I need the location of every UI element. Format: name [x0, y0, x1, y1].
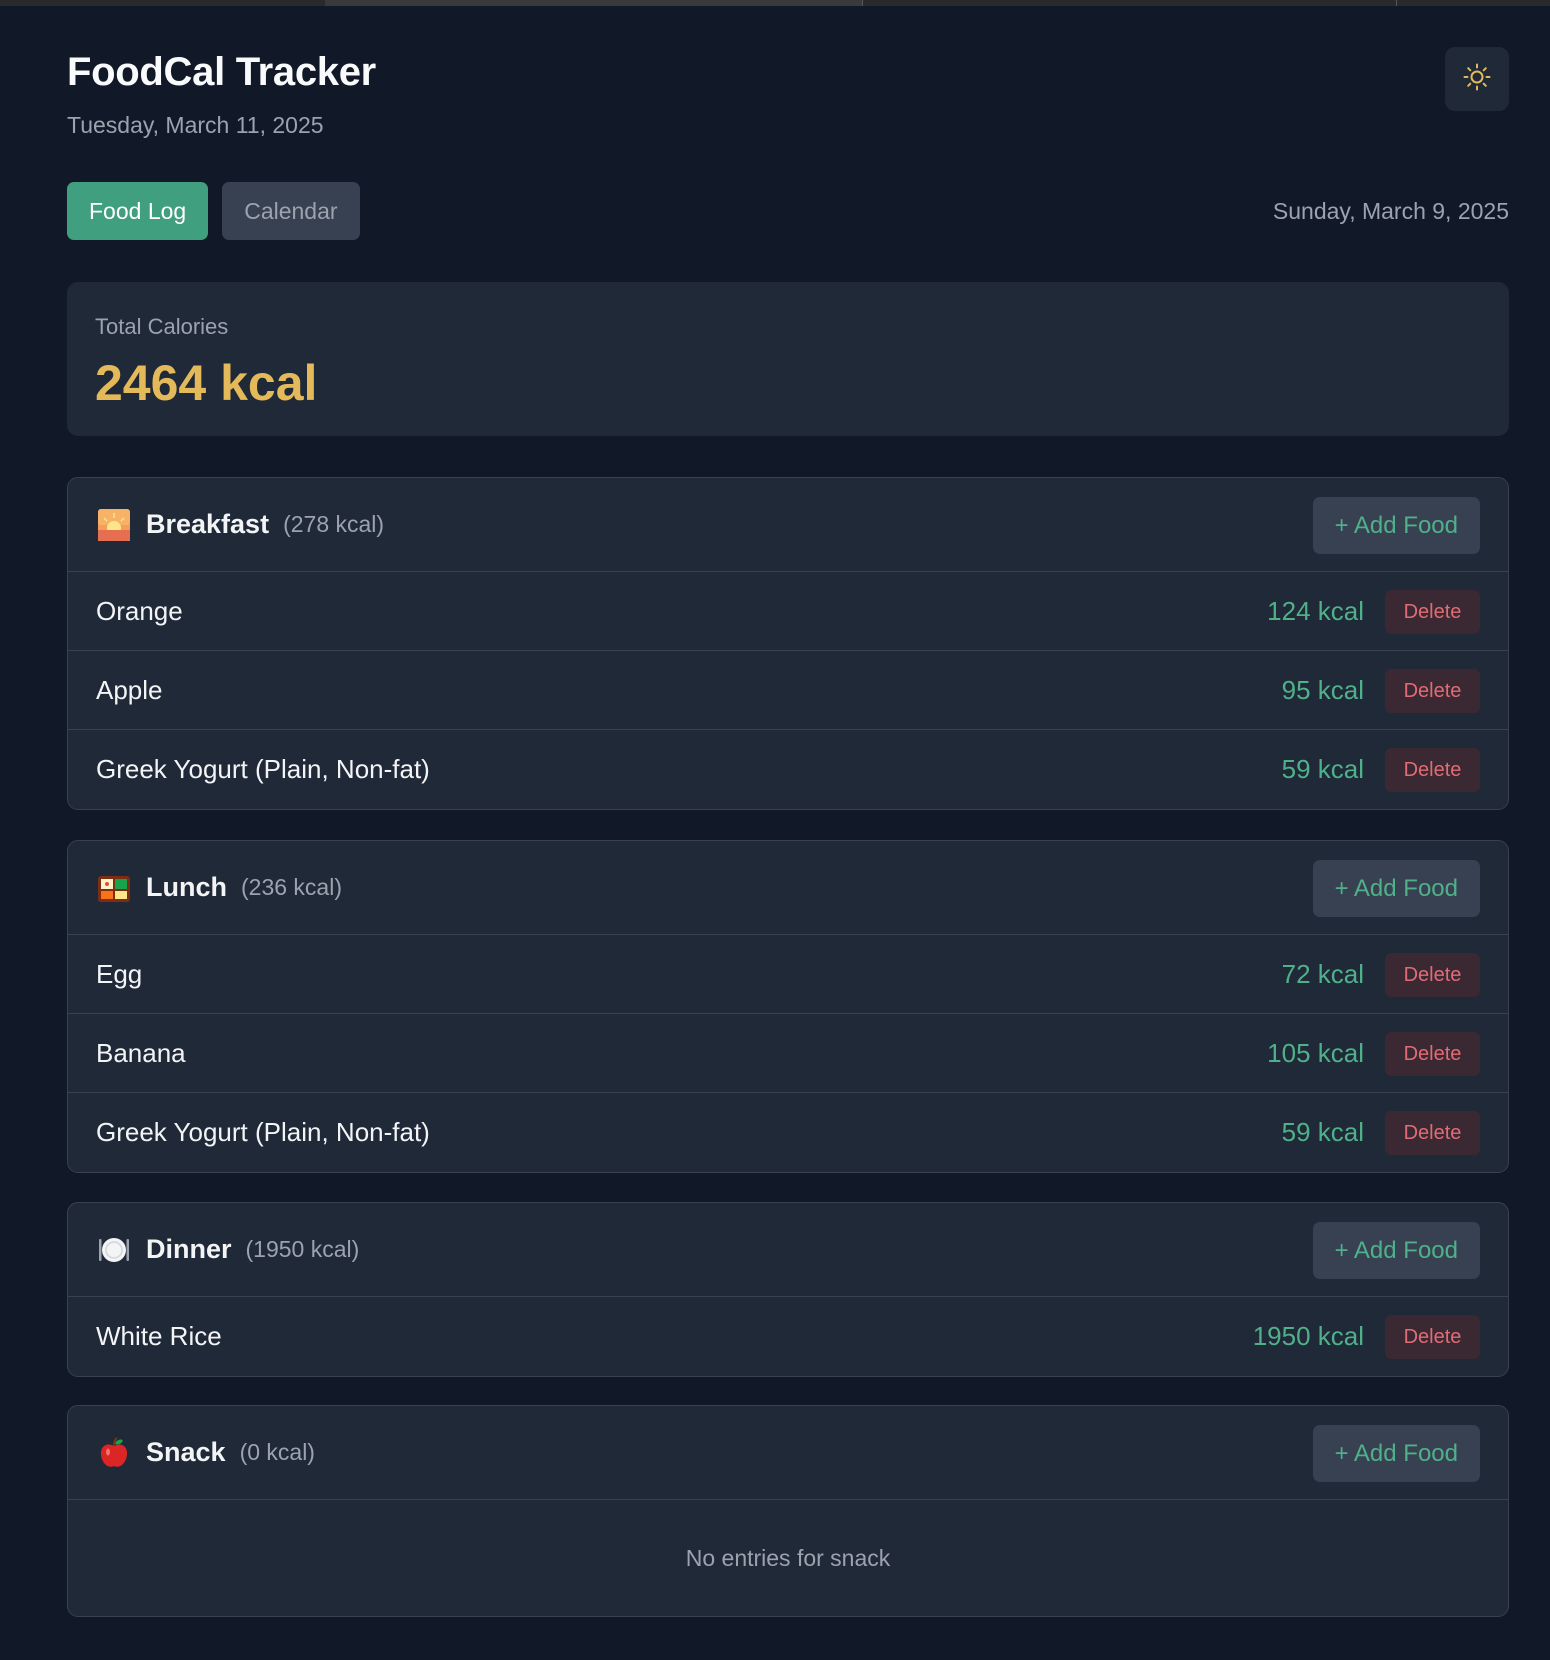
- total-calories-label: Total Calories: [95, 314, 229, 339]
- food-row: Apple 95 kcal Delete: [68, 651, 1508, 730]
- meal-name: Breakfast: [146, 509, 270, 539]
- meal-card-breakfast: Breakfast (278 kcal) + Add Food Orange 1…: [67, 477, 1509, 810]
- add-food-button[interactable]: + Add Food: [1312, 1222, 1480, 1279]
- food-kcal: 105 kcal: [1267, 1037, 1364, 1068]
- meal-card-lunch: Lunch (236 kcal) + Add Food Egg 72 kcal …: [67, 840, 1509, 1173]
- food-row: Egg 72 kcal Delete: [68, 935, 1508, 1014]
- delete-button[interactable]: Delete: [1385, 748, 1480, 792]
- meal-card-dinner: Dinner (1950 kcal) + Add Food White Rice…: [67, 1202, 1509, 1377]
- meal-name: Snack: [146, 1437, 226, 1467]
- delete-button[interactable]: Delete: [1385, 1111, 1480, 1155]
- food-name: Greek Yogurt (Plain, Non-fat): [96, 754, 430, 784]
- food-name: Apple: [96, 674, 163, 705]
- food-name: Egg: [96, 958, 143, 989]
- view-tabs: Food Log Calendar: [67, 182, 360, 240]
- meal-header: Breakfast (278 kcal) + Add Food: [68, 478, 1508, 572]
- tab-food-log[interactable]: Food Log: [67, 182, 209, 240]
- food-name: White Rice: [96, 1321, 222, 1351]
- app-container: FoodCal Tracker Tuesday, March 11, 2025: [67, 0, 1509, 1617]
- meal-kcal-total: (278 kcal): [283, 511, 385, 537]
- add-food-button[interactable]: + Add Food: [1312, 860, 1480, 917]
- food-kcal: 72 kcal: [1281, 958, 1364, 989]
- meal-kcal-total: (236 kcal): [241, 874, 342, 900]
- food-name: Greek Yogurt (Plain, Non-fat): [96, 1117, 430, 1147]
- food-kcal: 124 kcal: [1267, 595, 1364, 626]
- today-date: Tuesday, March 11, 2025: [67, 112, 324, 138]
- meal-header: Lunch (236 kcal) + Add Food: [68, 841, 1508, 935]
- delete-button[interactable]: Delete: [1385, 590, 1480, 634]
- food-row: Banana 105 kcal Delete: [68, 1014, 1508, 1093]
- empty-state-text: No entries for snack: [685, 1544, 891, 1571]
- meal-name: Dinner: [146, 1234, 232, 1264]
- delete-button[interactable]: Delete: [1385, 1032, 1480, 1076]
- food-kcal: 95 kcal: [1281, 674, 1364, 705]
- plate-cutlery-icon: [96, 1232, 132, 1268]
- tab-calendar[interactable]: Calendar: [222, 182, 360, 240]
- food-row: Greek Yogurt (Plain, Non-fat) 59 kcal De…: [68, 1093, 1508, 1172]
- meal-kcal-total: (0 kcal): [239, 1439, 315, 1465]
- bento-box-icon: [96, 870, 132, 906]
- food-kcal: 59 kcal: [1281, 1117, 1364, 1147]
- food-name: Banana: [96, 1037, 186, 1068]
- selected-date: Sunday, March 9, 2025: [1272, 198, 1509, 224]
- sunrise-icon: [96, 507, 132, 543]
- delete-button[interactable]: Delete: [1385, 953, 1480, 997]
- food-row: White Rice 1950 kcal Delete: [68, 1297, 1508, 1376]
- food-row: Orange 124 kcal Delete: [68, 572, 1508, 651]
- total-calories-value: 2464 kcal: [95, 355, 318, 411]
- app-title: FoodCal Tracker: [67, 50, 376, 94]
- meal-name: Lunch: [146, 872, 227, 902]
- food-kcal: 59 kcal: [1281, 754, 1364, 784]
- meal-card-snack: Snack (0 kcal) + Add Food No entries for…: [67, 1405, 1509, 1617]
- delete-button[interactable]: Delete: [1385, 1315, 1480, 1359]
- food-row: Greek Yogurt (Plain, Non-fat) 59 kcal De…: [68, 730, 1508, 809]
- red-apple-icon: [96, 1435, 132, 1471]
- header: FoodCal Tracker Tuesday, March 11, 2025: [67, 0, 1509, 182]
- add-food-button[interactable]: + Add Food: [1312, 1425, 1480, 1482]
- meal-kcal-total: (1950 kcal): [245, 1236, 360, 1262]
- food-kcal: 1950 kcal: [1252, 1321, 1364, 1351]
- theme-toggle-button[interactable]: [1445, 47, 1509, 111]
- meal-header: Dinner (1950 kcal) + Add Food: [68, 1203, 1508, 1297]
- meal-header: Snack (0 kcal) + Add Food: [68, 1406, 1508, 1500]
- food-name: Orange: [96, 595, 183, 626]
- add-food-button[interactable]: + Add Food: [1312, 497, 1480, 554]
- sun-icon: [1463, 63, 1491, 96]
- delete-button[interactable]: Delete: [1385, 669, 1480, 713]
- total-calories-card: Total Calories 2464 kcal: [67, 282, 1509, 436]
